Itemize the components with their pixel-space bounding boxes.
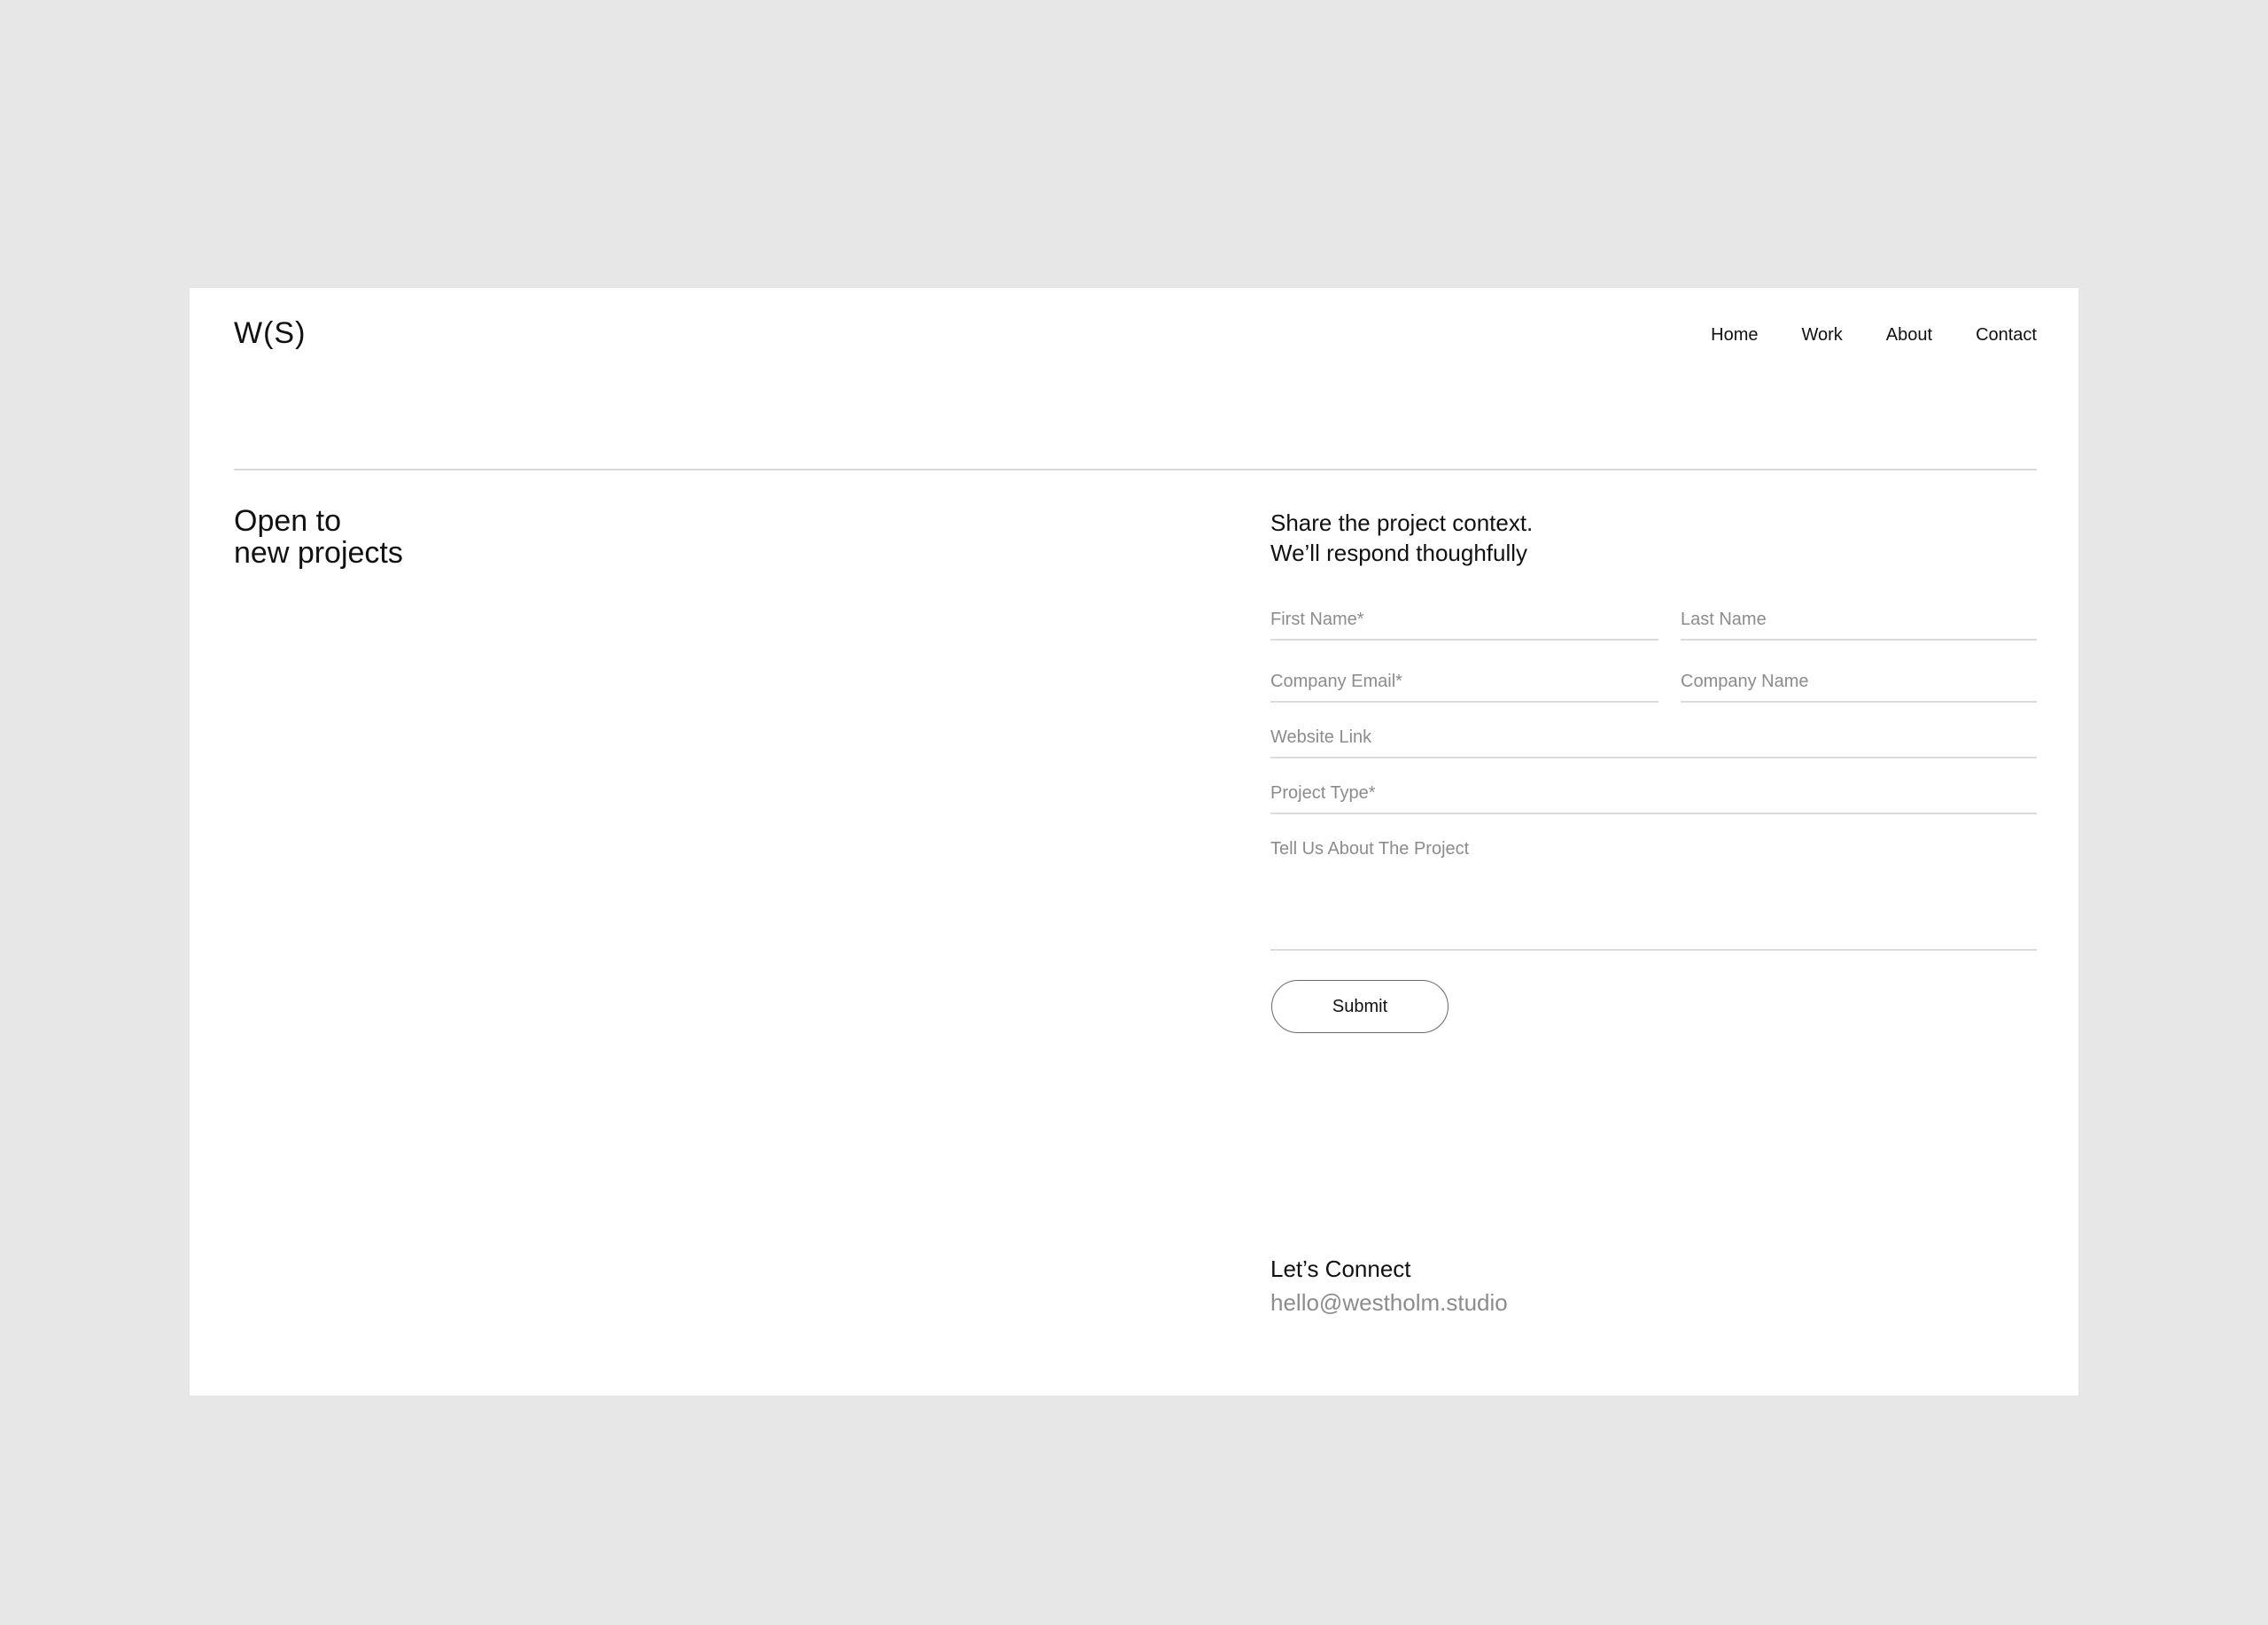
website-link-input[interactable] — [1270, 725, 2037, 758]
main-nav: Home Work About Contact — [1711, 325, 2037, 346]
project-description-textarea[interactable] — [1270, 837, 2037, 951]
form-intro: Share the project context. We’ll respond… — [1270, 509, 1534, 566]
contact-email-link[interactable]: hello@westholm.studio — [1270, 1289, 1508, 1317]
nav-contact[interactable]: Contact — [1976, 325, 2037, 346]
header-divider — [234, 469, 2037, 470]
page-card: W(S) Home Work About Contact Open to new… — [190, 288, 2078, 1396]
last-name-input[interactable] — [1681, 607, 2037, 641]
page-headline: Open to new projects — [234, 504, 403, 570]
connect-title: Let’s Connect — [1270, 1256, 1411, 1282]
company-name-input[interactable] — [1681, 669, 2037, 703]
company-email-input[interactable] — [1270, 669, 1658, 703]
nav-home[interactable]: Home — [1711, 325, 1758, 346]
submit-button[interactable]: Submit — [1271, 980, 1449, 1033]
first-name-input[interactable] — [1270, 607, 1658, 641]
logo[interactable]: W(S) — [234, 316, 306, 351]
nav-about[interactable]: About — [1886, 325, 1932, 346]
nav-work[interactable]: Work — [1801, 325, 1842, 346]
project-type-input[interactable] — [1270, 781, 2037, 814]
